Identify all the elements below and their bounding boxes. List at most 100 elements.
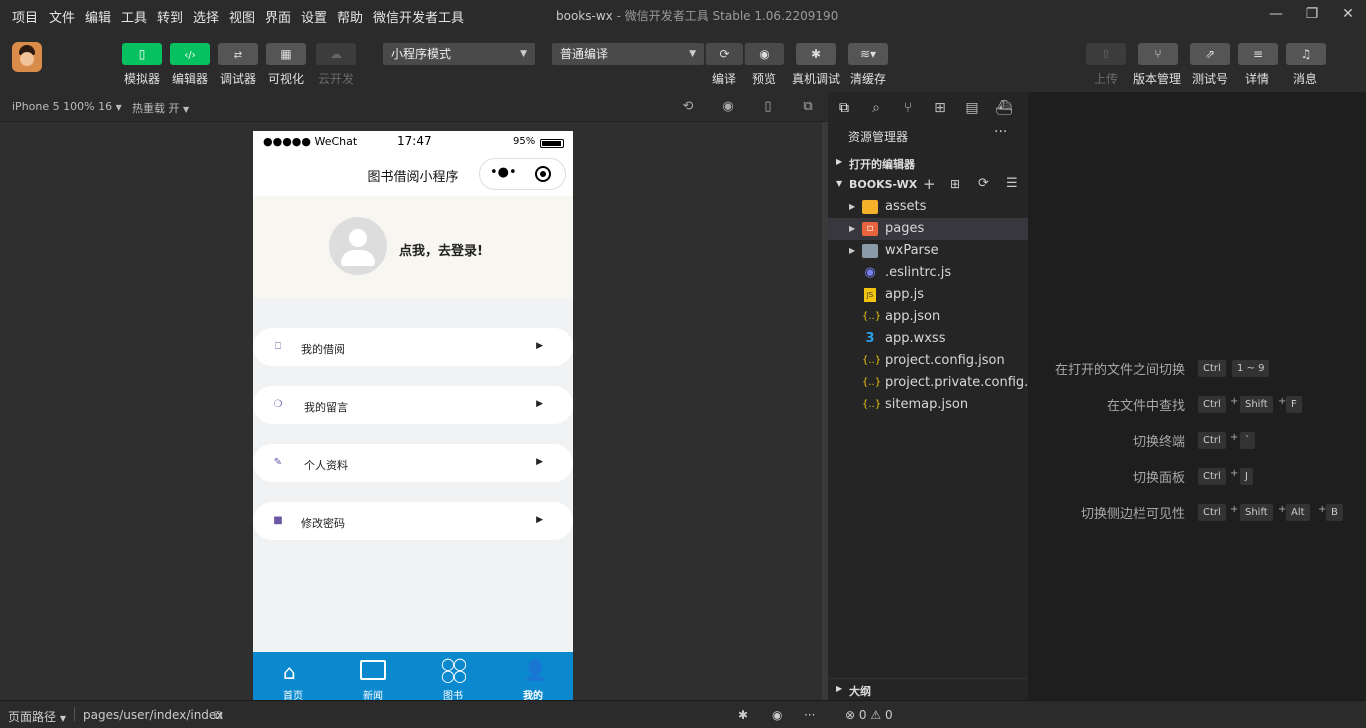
tree-item-eslintrc[interactable]: ◉ .eslintrc.js [828, 262, 1028, 284]
capsule-menu[interactable]: •●• [479, 158, 566, 190]
tree-item-app-wxss[interactable]: 3 app.wxss [828, 328, 1028, 350]
more-icon[interactable]: ··· [994, 124, 1007, 140]
search-icon[interactable]: ⌕ [866, 98, 886, 118]
hint-label: 切换面板 [1132, 471, 1185, 486]
chevron-right-icon: ▶ [536, 341, 543, 351]
menu-wechat-devtools[interactable]: 微信开发者工具 [373, 7, 464, 26]
chevron-down-icon: ▼ [520, 49, 527, 59]
compile-select[interactable]: 普通编译 ▼ [552, 43, 704, 65]
tab-home[interactable]: ⌂ 首页 [253, 652, 333, 700]
eye-icon[interactable]: ◉ [772, 708, 782, 722]
refresh-icon[interactable]: ⟳ [978, 176, 989, 191]
phone-icon[interactable]: ▯ [760, 99, 776, 115]
list-item-borrow[interactable]: ⎕ 我的借阅 ▶ [253, 328, 573, 366]
menu-tools[interactable]: 工具 [121, 7, 147, 26]
copy-icon[interactable]: ⧉ [214, 708, 223, 723]
tab-books[interactable]: ○○ ○○ 图书 [413, 652, 493, 701]
collapse-icon[interactable]: ☰ [1006, 176, 1018, 191]
device-value: iPhone 5 100% 16 [12, 100, 113, 113]
problems-indicator[interactable]: ⊗ 0 ⚠ 0 [845, 708, 893, 722]
phone-status-bar: ●●●●● WeChat 17:47 95% [253, 131, 573, 153]
tree-item-project-private-config[interactable]: {..} project.private.config.js... [828, 372, 1028, 394]
more-icon[interactable]: ··· [804, 708, 815, 722]
list-item-profile[interactable]: ✎ 个人资料 ▶ [253, 444, 573, 482]
tree-item-sitemap[interactable]: {..} sitemap.json [828, 394, 1028, 416]
tree-item-assets[interactable]: ▶ assets [828, 196, 1028, 218]
key: ` [1240, 432, 1255, 449]
tree-item-pages[interactable]: ▶ ▫ pages [828, 218, 1028, 240]
chevron-right-icon: ▶ [536, 457, 543, 467]
debugger-button[interactable]: ⇄ [218, 43, 258, 65]
cloud-button[interactable]: ☁ [316, 43, 356, 65]
outline-section[interactable]: ▶ 大纲 [828, 678, 1028, 700]
tab-me[interactable]: 👤 我的 [493, 652, 573, 700]
menu-goto[interactable]: 转到 [157, 7, 183, 26]
more-icon[interactable]: •●• [490, 165, 517, 180]
menu-edit[interactable]: 编辑 [85, 7, 111, 26]
list-item-label: 我的借阅 [301, 343, 345, 356]
tree-item-app-json[interactable]: {..} app.json [828, 306, 1028, 328]
clear-cache-button[interactable]: ≋▾ [848, 43, 888, 65]
storage-icon[interactable]: ▤ [962, 98, 982, 118]
messages-button[interactable]: ♫ [1286, 43, 1326, 65]
external-link-icon: ⇗ [1204, 47, 1216, 61]
tree-item-wxparse[interactable]: ▶ wxParse [828, 240, 1028, 262]
details-button[interactable]: ≡ [1238, 43, 1278, 65]
phone-icon: ▯ [138, 47, 146, 61]
menu-help[interactable]: 帮助 [337, 7, 363, 26]
error-count: 0 [858, 708, 867, 722]
hot-reload-toggle[interactable]: 热重载 开 ▼ [132, 100, 189, 116]
tab-news[interactable]: 新闻 [333, 652, 413, 700]
tree-item-project-config[interactable]: {..} project.config.json [828, 350, 1028, 372]
menu-file[interactable]: 文件 [49, 7, 75, 26]
preview-button[interactable]: ◉ [744, 43, 784, 65]
tree-item-label: assets [885, 199, 927, 214]
menu-interface[interactable]: 界面 [265, 7, 291, 26]
new-folder-icon[interactable]: ⊞ [950, 177, 960, 191]
extensions-icon[interactable]: ⊞ [930, 98, 950, 118]
project-section[interactable]: ▼ BOOKS-WX + ⊞ ⟳ ☰ [828, 174, 1028, 196]
chevron-down-icon: ▼ [836, 179, 843, 188]
visual-button[interactable]: ▦ [266, 43, 306, 65]
menu-select[interactable]: 选择 [193, 7, 219, 26]
record-icon[interactable]: ◉ [720, 99, 736, 115]
version-button[interactable]: ⑂ [1138, 43, 1178, 65]
device-select[interactable]: iPhone 5 100% 16 ▼ [12, 100, 122, 113]
page-path-select[interactable]: 页面路径 ▼ [8, 708, 66, 725]
compile-button[interactable]: ⟳ [705, 43, 743, 65]
close-mini-program-icon[interactable] [535, 166, 551, 182]
shortcut-hint-sidebar: 切换侧边栏可见性 Ctrl + Shift + Alt + B [1028, 502, 1366, 522]
simulator-button[interactable]: ▯ [122, 43, 162, 65]
tree-item-label: wxParse [885, 243, 939, 258]
files-icon[interactable]: ⧉ [834, 98, 854, 118]
avatar[interactable] [12, 42, 42, 72]
list-item-password[interactable]: ■ 修改密码 ▶ [253, 502, 573, 540]
list-item-messages[interactable]: ❍ 我的留言 ▶ [253, 386, 573, 424]
tree-item-app-js[interactable]: JS app.js [828, 284, 1028, 306]
source-control-icon[interactable]: ⑂ [898, 98, 918, 118]
cloud-icon: ☁ [330, 47, 342, 61]
real-debug-button[interactable]: ✱ [796, 43, 836, 65]
bug-icon[interactable]: ✱ [738, 708, 748, 722]
phone-nav-bar: 图书借阅小程序 •●• [253, 153, 573, 196]
editor-button[interactable]: ‹/› [170, 43, 210, 65]
docker-icon[interactable]: ⛴ [994, 98, 1014, 118]
menu-project[interactable]: 项目 [12, 7, 38, 26]
login-link[interactable]: 点我，去登录! [399, 240, 483, 259]
menu-view[interactable]: 视图 [229, 7, 255, 26]
upload-button[interactable]: ⇧ [1086, 43, 1126, 65]
menu-settings[interactable]: 设置 [301, 7, 327, 26]
user-avatar[interactable] [329, 217, 387, 275]
new-file-icon[interactable]: + [923, 175, 936, 193]
chevron-right-icon: ▶ [836, 157, 843, 166]
popout-icon[interactable]: ⧉ [800, 99, 816, 115]
close-icon[interactable]: ✕ [1340, 6, 1356, 22]
json-icon: {..} [862, 311, 882, 322]
open-editors-section[interactable]: ▶ 打开的编辑器 [828, 152, 1028, 174]
error-icon: ⊗ [845, 708, 856, 722]
rotate-icon[interactable]: ⟲ [680, 99, 696, 115]
mode-select[interactable]: 小程序模式 ▼ [383, 43, 535, 65]
minimize-icon[interactable]: — [1268, 6, 1284, 22]
test-account-button[interactable]: ⇗ [1190, 43, 1230, 65]
maximize-icon[interactable]: ❐ [1304, 6, 1320, 22]
